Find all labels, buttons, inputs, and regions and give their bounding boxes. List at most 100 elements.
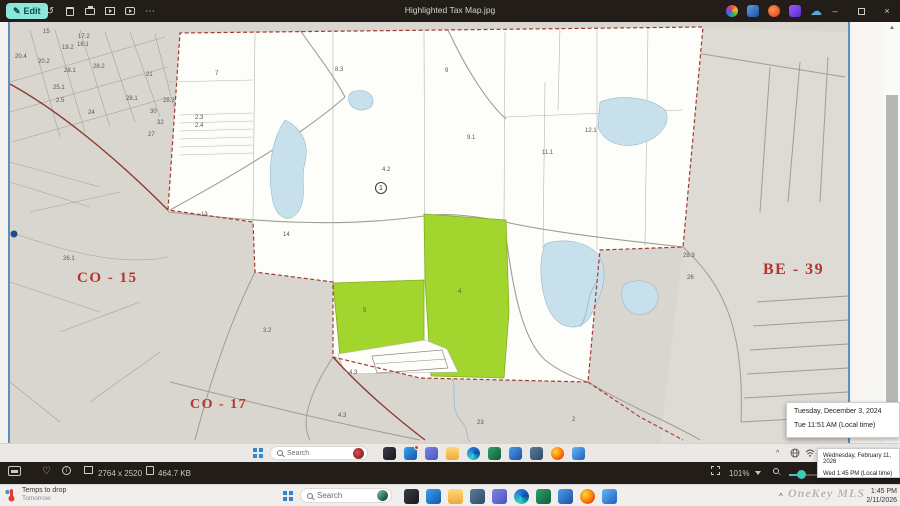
parcel-number: 26 — [687, 275, 694, 281]
parcel-number: 2.4 — [195, 123, 203, 129]
tooltip-date: Wednesday, February 11, 2026 — [823, 453, 894, 465]
filesize-icon — [146, 466, 154, 475]
inner-photos-icon — [572, 447, 585, 460]
parcel-number: 28.1 — [64, 68, 76, 74]
favorite-heart-icon[interactable]: ♡ — [42, 466, 51, 477]
district-label-co17: CO - 17 — [190, 397, 247, 413]
parcel-number: 28.1 — [126, 96, 138, 102]
video-icon[interactable] — [122, 3, 138, 19]
parcel-number: 2 — [572, 417, 575, 423]
inner-file-explorer-icon — [446, 447, 459, 460]
dimensions-icon — [84, 466, 93, 474]
color-wheel-icon[interactable] — [726, 5, 738, 17]
parcel-number: 20.4 — [15, 54, 27, 60]
inner-teams-icon — [425, 447, 438, 460]
tooltip-time: Wed 1:45 PM (Local time) — [823, 471, 894, 477]
clock-date: 2/11/2026 — [866, 497, 897, 506]
parcel-number: 27 — [148, 132, 155, 138]
parcel-number: 28.3 — [683, 253, 695, 259]
clock-time: 1:45 PM — [866, 488, 897, 497]
start-button[interactable] — [283, 491, 293, 501]
search-icon — [307, 493, 313, 499]
inner-excel-icon — [488, 447, 501, 460]
parcel-number: 24 — [88, 110, 95, 116]
photos-app-window: ✎ Edit ↺ ⋯ Highlighted Tax Map.jpg ☁ – × — [0, 0, 900, 506]
onedrive-icon[interactable]: ☁ — [810, 5, 822, 17]
bing-daily-image — [377, 490, 388, 501]
filmstrip-icon[interactable] — [8, 466, 21, 476]
edge-icon[interactable] — [514, 489, 529, 504]
parcel-number: 28.2 — [93, 64, 105, 70]
taskbar-search-box[interactable]: Search — [300, 488, 392, 503]
tooltip-time: Tue 11:51 AM (Local time) — [794, 422, 892, 429]
outlook-icon[interactable] — [426, 489, 441, 504]
zoom-level[interactable]: 101% — [729, 469, 749, 478]
taskbar-weather-widget[interactable]: Temps to drop Tomorrow — [4, 487, 66, 503]
more-options-icon[interactable]: ⋯ — [142, 3, 158, 19]
print-icon[interactable] — [82, 3, 98, 19]
excel-icon[interactable] — [536, 489, 551, 504]
parcel-number: 23 — [477, 420, 484, 426]
search-icon — [277, 450, 283, 456]
taskbar-app-icon-dark[interactable] — [404, 489, 419, 504]
map-marker-1: 1 — [375, 182, 387, 194]
inner-tray-chevron-icon: ^ — [776, 450, 779, 457]
inner-edge-icon — [467, 447, 480, 460]
parcel-number: 12.1 — [585, 128, 597, 134]
inner-app-icon-dark — [383, 447, 396, 460]
taskbar-app-icon[interactable] — [470, 489, 485, 504]
inner-search-box: Search — [270, 446, 368, 460]
scroll-up-icon: ▲ — [886, 25, 898, 31]
inner-word-icon — [509, 447, 522, 460]
parcel-number: 21 — [146, 72, 153, 78]
image-canvas[interactable]: 15 17.2 18.1 19.2 20.4 20.2 28.2 28.1 21… — [0, 22, 900, 462]
taskbar-clock[interactable]: 1:45 PM 2/11/2026 — [866, 488, 897, 506]
firefox-icon[interactable] — [580, 489, 595, 504]
thermometer-icon — [4, 487, 18, 503]
parcel-number: 30 — [150, 109, 157, 115]
parcel-number: 5 — [363, 308, 366, 314]
zoom-slider-thumb[interactable] — [797, 470, 806, 479]
minimize-button[interactable]: – — [822, 0, 848, 22]
inner-screenshot-taskbar: Search ^ — [0, 443, 900, 462]
word-icon[interactable] — [558, 489, 573, 504]
parcel-number: 9 — [445, 68, 448, 74]
rotate-icon[interactable]: ↺ — [42, 3, 58, 19]
delete-icon[interactable] — [62, 3, 78, 19]
slideshow-icon[interactable] — [102, 3, 118, 19]
inner-app-icon — [530, 447, 543, 460]
maximize-button[interactable] — [848, 0, 874, 22]
file-explorer-icon[interactable] — [448, 489, 463, 504]
photos-icon[interactable] — [602, 489, 617, 504]
inner-start-icon — [253, 448, 263, 458]
inner-outlook-icon — [404, 447, 417, 460]
info-icon[interactable]: i — [62, 466, 71, 475]
parcel-number: 19.2 — [62, 45, 74, 51]
parcel-number: 18.1 — [77, 42, 89, 48]
system-clock-tooltip: Wednesday, February 11, 2026 Wed 1:45 PM… — [817, 448, 900, 478]
weather-subtext: Tomorrow — [22, 495, 66, 503]
district-label-be39: BE - 39 — [763, 261, 824, 279]
parcel-number: 15 — [43, 29, 50, 35]
parcel-number: 32 — [157, 120, 164, 126]
parcel-number: 4.3 — [349, 370, 357, 376]
orange-app-icon[interactable] — [768, 5, 780, 17]
parcel-number: 8.3 — [335, 67, 343, 73]
parcel-number: 9.1 — [467, 135, 475, 141]
zoom-dropdown-chevron-icon[interactable] — [755, 471, 761, 475]
bing-daily-image — [353, 448, 364, 459]
parcel-number: 20.2 — [38, 59, 50, 65]
show-hidden-icons-chevron[interactable]: ^ — [779, 493, 783, 501]
titlebar: ✎ Edit ↺ ⋯ Highlighted Tax Map.jpg ☁ – × — [0, 0, 900, 22]
fit-to-window-icon[interactable] — [711, 466, 720, 475]
parcel-number: 13 — [201, 212, 208, 218]
zoom-icon[interactable] — [773, 468, 779, 474]
parcel-number: 3.2 — [263, 328, 271, 334]
inner-globe-icon — [790, 448, 800, 458]
clipchamp-icon[interactable] — [789, 5, 801, 17]
blue-app-icon[interactable] — [747, 5, 759, 17]
photos-command-bar: ♡ i 2764 x 2520 464.7 KB 101% — [0, 462, 900, 484]
close-button[interactable]: × — [874, 0, 900, 22]
parcel-number: 14 — [283, 232, 290, 238]
teams-icon[interactable] — [492, 489, 507, 504]
